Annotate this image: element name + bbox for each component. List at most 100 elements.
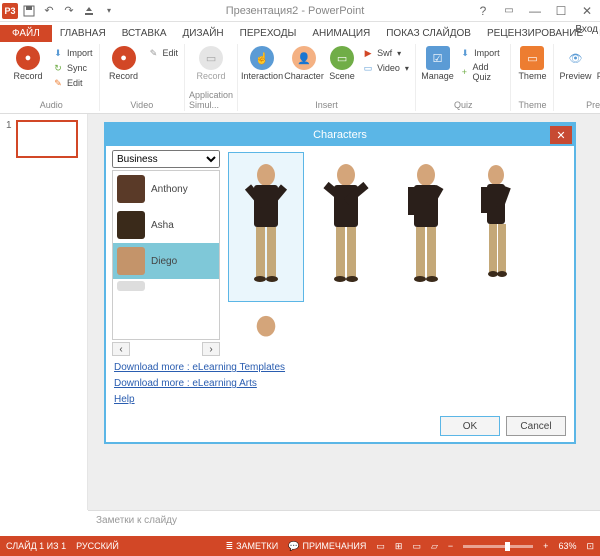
- tab-review[interactable]: РЕЦЕНЗИРОВАНИЕ: [479, 25, 591, 42]
- app-icon: P3: [2, 3, 18, 19]
- quiz-manage-button[interactable]: ☑ Manage: [420, 44, 455, 82]
- preview-button[interactable]: 👁 Preview: [558, 44, 592, 82]
- redo-button[interactable]: ↷: [60, 2, 78, 20]
- avatar: [117, 281, 145, 291]
- link-help[interactable]: Help: [114, 392, 566, 408]
- page-next-button[interactable]: ›: [202, 342, 220, 356]
- video-edit-button[interactable]: ✎Edit: [146, 46, 181, 60]
- minimize-button[interactable]: —: [522, 0, 548, 22]
- sign-in-link[interactable]: Вход: [575, 24, 598, 35]
- group-theme: ▭ Theme Theme: [511, 44, 554, 111]
- zoom-out-button[interactable]: −: [448, 541, 453, 551]
- tab-design[interactable]: ДИЗАЙН: [175, 25, 232, 42]
- camera-icon: ●: [112, 46, 136, 70]
- qat-customize[interactable]: ▾: [100, 2, 118, 20]
- view-reading-button[interactable]: ▭: [412, 541, 421, 552]
- dialog-links: Download more : eLearning Templates Down…: [112, 356, 568, 412]
- ribbon-tabs: ФАЙЛ ГЛАВНАЯ ВСТАВКА ДИЗАЙН ПЕРЕХОДЫ АНИ…: [0, 22, 600, 42]
- view-slideshow-button[interactable]: ▱: [431, 541, 438, 552]
- slide-editor: Characters ✕ Business Anthony: [88, 114, 600, 510]
- character-icon: 👤: [292, 46, 316, 70]
- pose-item[interactable]: [468, 152, 524, 302]
- character-item[interactable]: [113, 279, 219, 293]
- group-insert: ☝ Interaction 👤 Character ▭ Scene ▶Swf▾ …: [238, 44, 416, 111]
- audio-sync-button[interactable]: ↻Sync: [50, 61, 95, 75]
- ok-button[interactable]: OK: [440, 416, 500, 436]
- character-button[interactable]: 👤 Character: [284, 44, 324, 82]
- character-list-panel: Business Anthony Asha: [112, 150, 220, 356]
- fit-button[interactable]: ⊡: [586, 541, 594, 552]
- notes-pane[interactable]: Заметки к слайду: [88, 510, 600, 536]
- view-normal-button[interactable]: ▭: [376, 541, 385, 552]
- dialog-title-bar[interactable]: Characters ✕: [106, 124, 574, 146]
- audio-edit-button[interactable]: ✎Edit: [50, 76, 95, 90]
- tab-slideshow[interactable]: ПОКАЗ СЛАЙДОВ: [378, 25, 479, 42]
- group-presentation: 👁 Preview ⬆ Publish 📦 Package Presentati…: [554, 44, 600, 111]
- video-record-button[interactable]: ● Record: [104, 44, 144, 82]
- quiz-import-button[interactable]: ⬇Import: [457, 46, 506, 60]
- dialog-title: Characters: [313, 129, 367, 141]
- link-templates[interactable]: Download more : eLearning Templates: [114, 360, 566, 376]
- swf-button[interactable]: ▶Swf▾: [360, 46, 411, 60]
- category-select[interactable]: Business: [112, 150, 220, 168]
- preview-icon: 👁: [563, 46, 587, 70]
- cancel-button[interactable]: Cancel: [506, 416, 566, 436]
- link-arts[interactable]: Download more : eLearning Arts: [114, 376, 566, 392]
- title-bar: P3 ↶ ↷ ▾ Презентация2 - PowerPoint ? ▭ —…: [0, 0, 600, 22]
- pose-gallery[interactable]: [226, 150, 568, 340]
- slide-preview: [16, 120, 78, 158]
- ribbon: ● Record ⬇Import ↻Sync ✎Edit Audio ● Rec…: [0, 42, 600, 114]
- language-indicator[interactable]: РУССКИЙ: [76, 541, 119, 551]
- dialog-buttons: OK Cancel: [112, 412, 568, 438]
- insert-video-button[interactable]: ▭Video▾: [360, 61, 411, 75]
- zoom-slider[interactable]: [463, 545, 533, 548]
- tab-animations[interactable]: АНИМАЦИЯ: [304, 25, 378, 42]
- undo-button[interactable]: ↶: [40, 2, 58, 20]
- help-button[interactable]: ?: [470, 0, 496, 22]
- audio-record-button[interactable]: ● Record: [8, 44, 48, 82]
- slide-count: СЛАЙД 1 ИЗ 1: [6, 541, 66, 551]
- group-app-sim: ▭ Record Application Simul...: [185, 44, 238, 111]
- pose-item[interactable]: [228, 306, 304, 336]
- slide-thumbnail[interactable]: 1: [6, 120, 81, 158]
- main-area: 1 Characters ✕ Business: [0, 114, 600, 510]
- avatar: [117, 175, 145, 203]
- character-item[interactable]: Asha: [113, 207, 219, 243]
- appsim-record-button[interactable]: ▭ Record: [191, 44, 231, 82]
- status-bar: СЛАЙД 1 ИЗ 1 РУССКИЙ ≣ЗАМЕТКИ 💬ПРИМЕЧАНИ…: [0, 536, 600, 556]
- close-button[interactable]: ✕: [574, 0, 600, 22]
- avatar: [117, 211, 145, 239]
- ribbon-options-button[interactable]: ▭: [496, 0, 522, 22]
- interaction-button[interactable]: ☝ Interaction: [242, 44, 282, 82]
- tab-insert[interactable]: ВСТАВКА: [114, 25, 175, 42]
- group-audio: ● Record ⬇Import ↻Sync ✎Edit Audio: [4, 44, 100, 111]
- page-prev-button[interactable]: ‹: [112, 342, 130, 356]
- notes-toggle[interactable]: ≣ЗАМЕТКИ: [226, 541, 279, 552]
- character-pager: ‹ ›: [112, 342, 220, 356]
- view-sorter-button[interactable]: ⊞: [395, 541, 403, 552]
- scene-icon: ▭: [330, 46, 354, 70]
- start-button[interactable]: [80, 2, 98, 20]
- tab-file[interactable]: ФАЙЛ: [0, 25, 52, 42]
- zoom-in-button[interactable]: +: [543, 541, 548, 551]
- tab-home[interactable]: ГЛАВНАЯ: [52, 25, 114, 42]
- pose-item[interactable]: [388, 152, 464, 302]
- slide-thumbnail-pane[interactable]: 1: [0, 114, 88, 510]
- publish-button[interactable]: ⬆ Publish: [594, 44, 600, 82]
- save-button[interactable]: [20, 2, 38, 20]
- quiz-icon: ☑: [426, 46, 450, 70]
- scene-button[interactable]: ▭ Scene: [326, 44, 358, 82]
- quiz-add-button[interactable]: +Add Quiz: [457, 61, 506, 83]
- comments-toggle[interactable]: 💬ПРИМЕЧАНИЯ: [288, 541, 366, 552]
- tab-transitions[interactable]: ПЕРЕХОДЫ: [232, 25, 305, 42]
- character-item[interactable]: Anthony: [113, 171, 219, 207]
- audio-import-button[interactable]: ⬇Import: [50, 46, 95, 60]
- zoom-level[interactable]: 63%: [558, 541, 576, 551]
- quick-access-toolbar: P3 ↶ ↷ ▾: [0, 2, 120, 20]
- theme-button[interactable]: ▭ Theme: [515, 44, 549, 82]
- character-list[interactable]: Anthony Asha Diego: [112, 170, 220, 340]
- pose-item[interactable]: [308, 152, 384, 302]
- dialog-close-button[interactable]: ✕: [550, 126, 572, 144]
- character-item-selected[interactable]: Diego: [113, 243, 219, 279]
- maximize-button[interactable]: ☐: [548, 0, 574, 22]
